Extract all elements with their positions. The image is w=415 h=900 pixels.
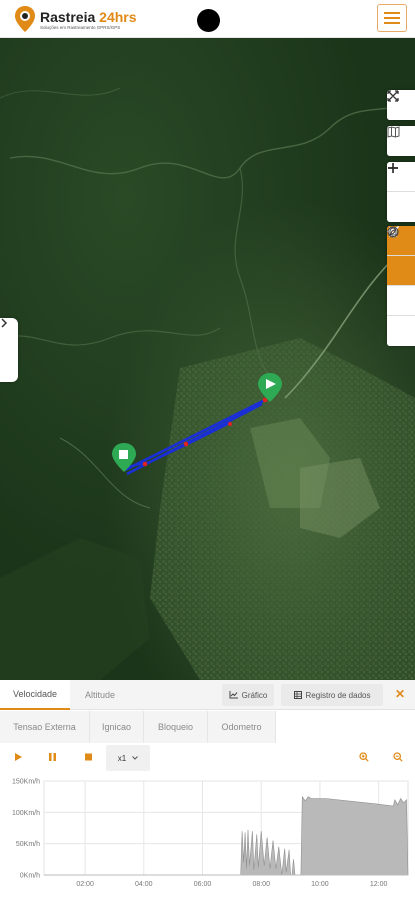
brand-title: Rastreia 24hrs [40,10,137,24]
satellite-map[interactable] [0,38,415,680]
zoom-out-icon[interactable] [387,167,415,222]
tab-odometro[interactable]: Odometro [208,711,276,743]
fullscreen-icon[interactable] [387,90,415,120]
playback-speed-value: x1 [117,753,127,763]
table-icon [293,691,302,699]
brand-tagline: Soluções em Rastreamento GPRS/GPS [40,25,121,30]
tab-tensao-externa[interactable]: Tensao Externa [0,711,90,743]
chevron-down-icon [132,756,139,760]
chart-x-tick-label: 04:00 [135,881,153,888]
zoom-controls [387,162,415,222]
data-panel: Velocidade Altitude Gráfico Registro de … [0,680,415,900]
sidebar-toggle-button[interactable] [0,318,18,382]
playback-controls: x1 [0,743,415,773]
data-log-button[interactable]: Registro de dados [281,684,383,706]
map-tools-layers [387,126,415,156]
tab-velocidade[interactable]: Velocidade [0,680,70,710]
panel-tabs: Velocidade Altitude Gráfico Registro de … [0,680,415,710]
map-tools-bottom [387,226,415,346]
navigation-icon[interactable] [387,226,415,286]
chart-x-tick-label: 08:00 [252,881,270,888]
tab-ignicao[interactable]: Ignicao [90,711,144,743]
tab-altitude[interactable]: Altitude [70,680,130,710]
hamburger-icon[interactable] [377,4,407,32]
chevron-right-icon [1,318,8,328]
pause-icon[interactable] [44,749,60,765]
brand-name: Rastreia [40,9,96,25]
chart-y-tick-label: 0Km/h [20,873,40,880]
map-canvas [0,38,415,680]
data-log-button-label: Registro de dados [305,690,371,700]
speed-chart-svg: 150Km/h 100Km/h 50Km/h 0Km/h 02:00 04:00 06:00… [12,779,409,888]
brand-accent: 24hrs [99,9,137,25]
chart-x-tick-label: 02:00 [76,881,94,888]
zoom-out-chart-icon[interactable] [390,749,406,765]
chart-icon [229,691,238,699]
camera-cutout [197,9,220,32]
app-root: Rastreia 24hrs Soluções em Rastreamento … [0,0,415,900]
playback-speed-select[interactable]: x1 [106,745,150,771]
chart-y-tick-label: 150Km/h [12,779,40,786]
map-layers-icon[interactable] [387,126,415,156]
location-pin-icon [12,4,38,34]
chart-x-tick-label: 12:00 [370,881,388,888]
speed-chart[interactable]: 150Km/h 100Km/h 50Km/h 0Km/h 02:00 04:00 06:00… [0,775,415,900]
bell-icon[interactable] [387,227,415,346]
play-icon[interactable] [10,749,26,765]
tab-bloqueio[interactable]: Bloqueio [144,711,208,743]
brand-logo[interactable]: Rastreia 24hrs Soluções em Rastreamento … [12,4,137,34]
stop-icon[interactable] [80,749,96,765]
map-tools-top [387,90,415,120]
zoom-in-chart-icon[interactable] [356,749,372,765]
compass-icon[interactable] [387,226,415,316]
chart-y-tick-label: 100Km/h [12,810,40,817]
chart-button-label: Gráfico [241,690,268,700]
chart-y-tick-label: 50Km/h [16,841,40,848]
chart-x-tick-label: 06:00 [194,881,212,888]
close-icon[interactable]: ✕ [395,687,405,701]
app-header: Rastreia 24hrs Soluções em Rastreamento … [0,0,415,38]
chart-x-tick-label: 10:00 [311,881,329,888]
chart-button[interactable]: Gráfico [222,684,274,706]
secondary-tabs: Tensao Externa Ignicao Bloqueio Odometro [0,711,415,743]
